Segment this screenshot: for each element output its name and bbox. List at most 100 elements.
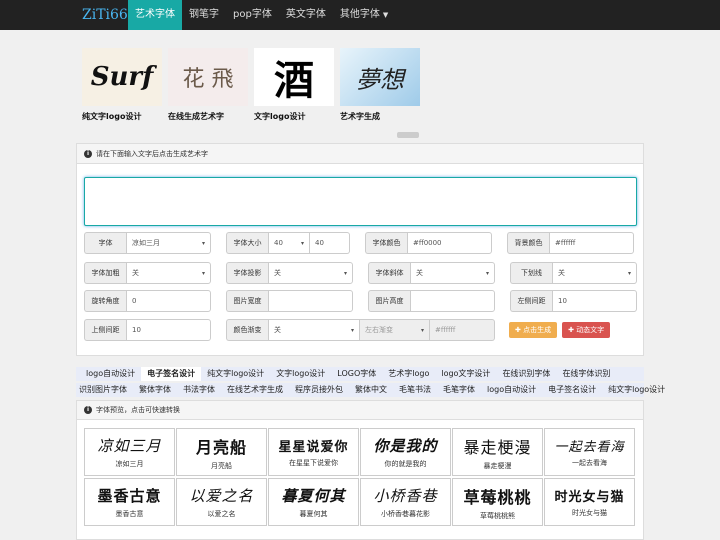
banner-caption[interactable]: 在线生成艺术字 bbox=[168, 111, 248, 122]
animate-button[interactable]: ✚ 动态文字 bbox=[562, 322, 611, 338]
info-icon: i bbox=[84, 149, 92, 158]
italic-select[interactable]: 关 ▾ bbox=[410, 262, 495, 284]
banner-card[interactable]: 夢想 艺术字生成 bbox=[340, 48, 420, 122]
plus-icon: ✚ bbox=[568, 326, 577, 334]
tag-link[interactable]: 繁体中文 bbox=[349, 383, 393, 397]
top-spacing-input[interactable]: 10 bbox=[126, 319, 211, 341]
bold-group: 字体加粗 关 ▾ bbox=[84, 262, 211, 284]
font-preview-card[interactable]: 暮夏何其 暮夏何其 bbox=[268, 478, 359, 526]
tag-link[interactable]: logo自动设计 bbox=[481, 383, 542, 397]
font-preview-card[interactable]: 你是我的 你的就是我的 bbox=[360, 428, 451, 476]
height-label: 图片高度 bbox=[368, 290, 410, 312]
size-group: 字体大小 40 ▾ 40 bbox=[226, 232, 350, 254]
font-select-value: 凉如三月 bbox=[132, 239, 160, 247]
nav-item-other-fonts[interactable]: 其他字体 ▼ bbox=[333, 0, 395, 30]
font-sample: 暮夏何其 bbox=[281, 487, 346, 505]
font-preview-card[interactable]: 时光女与猫 时光女与猫 bbox=[544, 478, 635, 526]
font-sample: 一起去看海 bbox=[554, 440, 625, 455]
tag-link[interactable]: 电子签名设计 bbox=[141, 367, 202, 381]
generate-button[interactable]: ✚ 点击生成 bbox=[509, 322, 558, 338]
banner-caption[interactable]: 文字logo设计 bbox=[254, 111, 334, 122]
font-preview-card[interactable]: 星星说爱你 在星星下说爱你 bbox=[268, 428, 359, 476]
font-select[interactable]: 凉如三月 ▾ bbox=[126, 232, 211, 254]
font-sample: 你是我的 bbox=[373, 437, 438, 455]
underline-select-value: 关 bbox=[558, 269, 565, 277]
banner-caption[interactable]: 纯文字logo设计 bbox=[82, 111, 162, 122]
bg-color-input[interactable]: #ffffff bbox=[549, 232, 634, 254]
font-color-input[interactable]: #ff0000 bbox=[407, 232, 492, 254]
tag-link[interactable]: 书法字体 bbox=[177, 383, 221, 397]
tag-row: 识别图片字体 繁体字体 书法字体 在线艺术字生成 程序员接外包 繁体中文 毛笔书… bbox=[76, 383, 665, 397]
size-label: 字体大小 bbox=[226, 232, 268, 254]
tag-row: logo自动设计 电子签名设计 纯文字logo设计 文字logo设计 LOGO字… bbox=[76, 367, 644, 381]
font-sample: 月亮船 bbox=[195, 437, 247, 457]
gradient-select[interactable]: 关 ▾ bbox=[268, 319, 360, 341]
size-input[interactable]: 40 bbox=[310, 232, 350, 254]
rotate-value: 0 bbox=[132, 297, 137, 305]
height-input[interactable] bbox=[410, 290, 495, 312]
tag-link[interactable]: 毛笔书法 bbox=[393, 383, 437, 397]
font-preview-card[interactable]: 以爱之名 以爱之名 bbox=[176, 478, 267, 526]
animate-button-label: 动态文字 bbox=[576, 326, 605, 334]
banner-art: 酒 bbox=[274, 57, 314, 104]
font-preview-card[interactable]: 草莓桃桃 草莓桃桃熊 bbox=[452, 478, 543, 526]
font-preview-card[interactable]: 一起去看海 一起去看海 bbox=[544, 428, 635, 476]
chevron-down-icon: ▾ bbox=[350, 326, 354, 334]
bold-select[interactable]: 关 ▾ bbox=[126, 262, 211, 284]
font-preview-card[interactable]: 凉如三月 凉如三月 bbox=[84, 428, 175, 476]
tag-link[interactable]: 识别图片字体 bbox=[76, 383, 133, 397]
tag-link[interactable]: 艺术字logo bbox=[382, 367, 435, 381]
nav-item-art-fonts[interactable]: 艺术字体 bbox=[128, 0, 182, 30]
italic-label: 字体斜体 bbox=[368, 262, 410, 284]
font-preview-card[interactable]: 墨香古意 墨香古意 bbox=[84, 478, 175, 526]
tag-link[interactable]: 文字logo设计 bbox=[270, 367, 331, 381]
tag-link[interactable]: logo文字设计 bbox=[435, 367, 496, 381]
underline-select[interactable]: 关 ▾ bbox=[552, 262, 637, 284]
tag-link[interactable]: LOGO字体 bbox=[331, 367, 382, 381]
carousel-indicator[interactable] bbox=[397, 132, 419, 138]
font-preview-card[interactable]: 暴走梗漫 暴走梗漫 bbox=[452, 428, 543, 476]
italic-group: 字体斜体 关 ▾ bbox=[368, 262, 495, 284]
left-spacing-input[interactable]: 10 bbox=[552, 290, 637, 312]
font-preview-card[interactable]: 小桥香巷 小桥香巷暮花影 bbox=[360, 478, 451, 526]
banner-card[interactable]: 花 飛 在线生成艺术字 bbox=[168, 48, 248, 122]
size-select[interactable]: 40 ▾ bbox=[268, 232, 310, 254]
font-sample: 凉如三月 bbox=[97, 437, 162, 455]
site-logo[interactable]: ZiTi66 bbox=[0, 7, 128, 23]
tag-link[interactable]: 电子签名设计 bbox=[542, 383, 602, 397]
banner-art: 夢想 bbox=[356, 65, 404, 94]
rotate-input[interactable]: 0 bbox=[126, 290, 211, 312]
font-sample: 墨香古意 bbox=[97, 487, 162, 505]
font-preview-area: 凉如三月 凉如三月 月亮船 月亮船 星星说爱你 在星星下说爱你 你是我的 你的就是我的 … bbox=[76, 420, 644, 540]
tag-link[interactable]: 繁体字体 bbox=[133, 383, 177, 397]
tag-link[interactable]: 毛笔字体 bbox=[437, 383, 481, 397]
gradient-color-input[interactable]: #ffffff bbox=[430, 319, 495, 341]
width-input[interactable] bbox=[268, 290, 353, 312]
banner-caption[interactable]: 艺术字生成 bbox=[340, 111, 420, 122]
tag-link[interactable]: logo自动设计 bbox=[76, 367, 141, 381]
top-spacing-group: 上侧间距 10 bbox=[84, 319, 211, 341]
banner-card[interactable]: Surf 纯文字logo设计 bbox=[82, 48, 162, 122]
shadow-select[interactable]: 关 ▾ bbox=[268, 262, 353, 284]
tag-link[interactable]: 纯文字logo设计 bbox=[602, 383, 671, 397]
underline-group: 下划线 关 ▾ bbox=[510, 262, 637, 284]
tag-link[interactable]: 程序员接外包 bbox=[289, 383, 349, 397]
tag-link[interactable]: 纯文字logo设计 bbox=[201, 367, 270, 381]
font-preview-card[interactable]: 月亮船 月亮船 bbox=[176, 428, 267, 476]
tag-link[interactable]: 在线识别字体 bbox=[496, 367, 556, 381]
bold-select-value: 关 bbox=[132, 269, 139, 277]
banner-card[interactable]: 酒 文字logo设计 bbox=[254, 48, 334, 122]
nav-item-pop-fonts[interactable]: pop字体 bbox=[226, 0, 279, 30]
art-text-input[interactable] bbox=[84, 177, 637, 226]
nav-item-pen-fonts[interactable]: 钢笔字 bbox=[182, 0, 226, 30]
gradient-direction-select[interactable]: 左右渐变 ▾ bbox=[360, 319, 430, 341]
tag-link[interactable]: 在线字体识别 bbox=[556, 367, 616, 381]
top-spacing-label: 上侧间距 bbox=[84, 319, 126, 341]
font-name: 在星星下说爱你 bbox=[289, 459, 338, 467]
nav-item-english-fonts[interactable]: 英文字体 bbox=[279, 0, 333, 30]
panel-header: i 请在下面输入文字后点击生成艺术字 bbox=[77, 144, 643, 164]
color-group: 字体颜色 #ff0000 bbox=[365, 232, 492, 254]
form-row: 上侧间距 10 颜色渐变 关 ▾ 左右渐变 ▾ #ffffff ✚ 点击生成 ✚ 动… bbox=[84, 319, 615, 341]
font-sample: 暴走梗漫 bbox=[463, 437, 532, 457]
tag-link[interactable]: 在线艺术字生成 bbox=[221, 383, 289, 397]
